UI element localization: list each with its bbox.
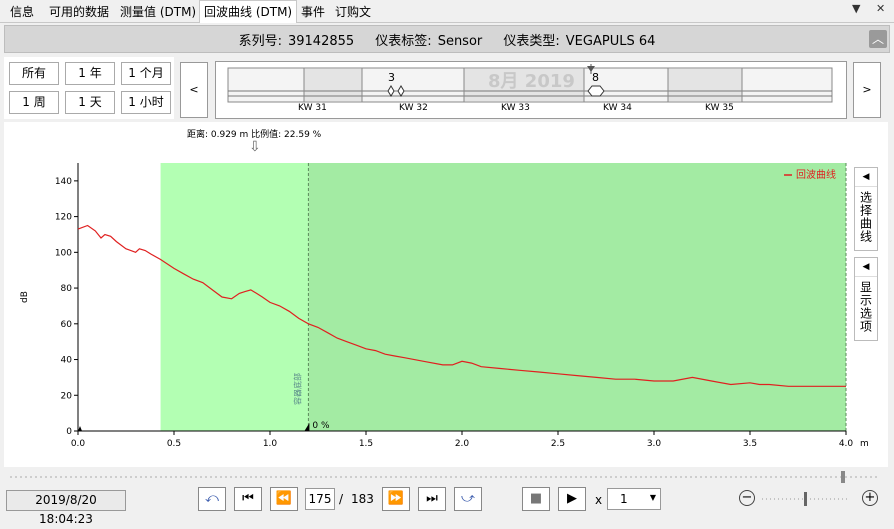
- y-tick-label: 0: [66, 427, 72, 437]
- first-frame-button[interactable]: ⏮: [234, 487, 262, 511]
- timeline-prev-button[interactable]: <: [180, 62, 208, 118]
- x-tick-label: 1.0: [263, 439, 278, 449]
- last-frame-button[interactable]: ⏭: [418, 487, 446, 511]
- week-label: KW 34: [603, 103, 632, 113]
- y-tick-label: 100: [55, 248, 72, 258]
- echo-chart-panel: 距离: 0.929 m 比例值: 22.59 % ⇩ 0 20 40 60 80 100 1…: [4, 122, 888, 467]
- tab-bar: 信息 可用的数据 测量值 (DTM) 回波曲线 (DTM) 事件 订购文 ▼ ✕: [0, 0, 894, 23]
- week-label: KW 35: [705, 103, 734, 113]
- tag-label: 仪表标签:: [375, 34, 432, 49]
- x-tick-label: 2.5: [551, 439, 565, 449]
- collapse-icon[interactable]: ︿: [869, 30, 887, 48]
- week-label: KW 33: [501, 103, 530, 113]
- tab-events[interactable]: 事件: [301, 3, 325, 21]
- tab-order[interactable]: 订购文: [335, 3, 371, 21]
- tag-value: Sensor: [437, 34, 483, 49]
- loop-forward-button[interactable]: ⤻: [454, 487, 482, 511]
- week-label: KW 31: [298, 103, 327, 113]
- expand-arrow-icon: ◀: [855, 258, 877, 277]
- scrub-track[interactable]: [0, 468, 894, 486]
- frame-total: 183: [351, 492, 374, 506]
- timeline-event-count: 8: [592, 71, 599, 84]
- x-tick-label: 1.5: [359, 439, 373, 449]
- next-frame-button[interactable]: ⏩: [382, 487, 410, 511]
- serial-value: 39142855: [287, 34, 355, 49]
- y-tick-label: 140: [55, 177, 72, 187]
- device-header: 系列号: 39142855 仪表标签: Sensor 仪表类型: VEGAPULS 6…: [4, 25, 890, 53]
- display-options-button[interactable]: ◀ 显示选项: [854, 257, 878, 341]
- threshold-label: 0 %: [312, 421, 330, 431]
- select-curves-label: 选择曲线: [858, 191, 873, 243]
- timeline-month: 8月 2019: [488, 71, 575, 92]
- speed-value: 1: [620, 492, 628, 506]
- x-axis-label: m: [860, 439, 869, 449]
- current-timestamp: 2019/8/20 18:04:23: [6, 490, 126, 526]
- serial-label: 系列号:: [238, 34, 282, 49]
- play-button[interactable]: ▶: [558, 487, 586, 511]
- prev-frame-button[interactable]: ⏪: [270, 487, 298, 511]
- y-axis-label: dB: [20, 291, 30, 303]
- select-curves-button[interactable]: ◀ 选择曲线: [854, 167, 878, 251]
- playback-bar: 2019/8/20 18:04:23 ⤺ ⏮ ⏪ 175 / 183 ⏩ ⏭ ⤻…: [0, 468, 894, 526]
- legend-label: 回波曲线: [796, 168, 836, 181]
- tab-available-data[interactable]: 可用的数据: [49, 3, 109, 21]
- loop-back-button[interactable]: ⤺: [198, 487, 226, 511]
- speed-prefix: x: [595, 493, 603, 507]
- container-bottom-label: 容器底部: [292, 373, 302, 405]
- device-info: 系列号: 39142855 仪表标签: Sensor 仪表类型: VEGAPULS 6…: [5, 30, 889, 49]
- period-hour-button[interactable]: 1 小时: [121, 91, 171, 114]
- dropdown-arrow-icon[interactable]: ▼: [852, 2, 860, 15]
- frame-current-input[interactable]: 175: [305, 488, 335, 510]
- expand-arrow-icon: ◀: [855, 168, 877, 187]
- y-tick-label: 120: [55, 213, 72, 223]
- x-tick-label: 0.5: [167, 439, 181, 449]
- echo-curve-chart[interactable]: 0 20 40 60 80 100 120 140 0.0 0.5 1.0 1.5 2.0 2.5 3.0 3…: [4, 122, 888, 467]
- x-tick-label: 0.0: [71, 439, 86, 449]
- type-label: 仪表类型:: [503, 34, 560, 49]
- period-month-button[interactable]: 1 个月: [121, 62, 171, 85]
- y-tick-label: 20: [61, 391, 73, 401]
- period-year-button[interactable]: 1 年: [65, 62, 115, 85]
- display-options-label: 显示选项: [858, 281, 873, 333]
- origin-marker: [78, 426, 82, 431]
- x-tick-label: 2.0: [455, 439, 470, 449]
- x-tick-label: 3.0: [647, 439, 662, 449]
- chevron-down-icon: ▼: [649, 493, 656, 502]
- period-all-button[interactable]: 所有: [9, 62, 59, 85]
- timeline-next-button[interactable]: >: [853, 62, 881, 118]
- zoom-in-icon[interactable]: +: [862, 490, 878, 506]
- type-value: VEGAPULS 64: [565, 34, 656, 49]
- period-week-button[interactable]: 1 周: [9, 91, 59, 114]
- period-selector: 所有 1 年 1 个月 1 周 1 天 1 小时: [4, 57, 174, 119]
- y-tick-label: 40: [61, 356, 73, 366]
- tab-info[interactable]: 信息: [10, 3, 34, 21]
- close-icon[interactable]: ✕: [876, 2, 885, 15]
- x-tick-label: 3.5: [743, 439, 757, 449]
- x-tick-label: 4.0: [839, 439, 854, 449]
- y-tick-label: 80: [61, 284, 73, 294]
- timeline-event-marker[interactable]: [587, 85, 605, 97]
- tab-measured-values[interactable]: 测量值 (DTM): [120, 3, 196, 21]
- measurement-zone: [308, 163, 846, 431]
- frame-separator: /: [339, 492, 344, 506]
- zoom-slider[interactable]: [758, 490, 854, 508]
- period-day-button[interactable]: 1 天: [65, 91, 115, 114]
- stop-button[interactable]: ■: [522, 487, 550, 511]
- tab-echo-curve[interactable]: 回波曲线 (DTM): [199, 0, 298, 23]
- zoom-out-icon[interactable]: −: [739, 490, 755, 506]
- timeline-event-count: 3: [388, 71, 395, 84]
- y-tick-label: 60: [61, 320, 73, 330]
- timeline[interactable]: 8月 2019 3 8 KW 31 KW 32 KW 33 KW 34 KW 3…: [215, 61, 847, 119]
- speed-select[interactable]: 1 ▼: [607, 488, 661, 510]
- week-label: KW 32: [399, 103, 428, 113]
